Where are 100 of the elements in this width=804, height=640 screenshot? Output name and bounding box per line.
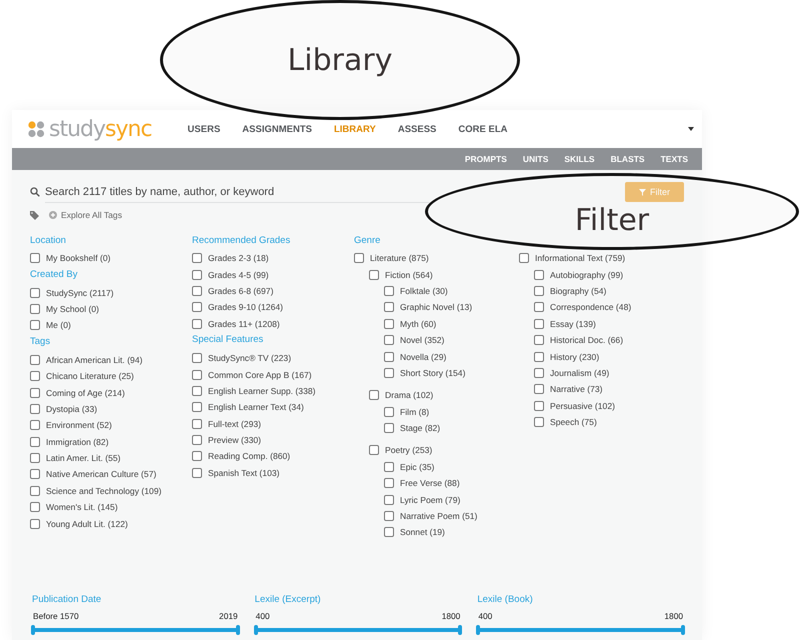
checkbox[interactable] bbox=[384, 318, 394, 329]
checkbox-label: Young Adult Lit. (122) bbox=[46, 518, 128, 529]
checkbox[interactable] bbox=[192, 286, 202, 296]
checkbox-label: Informational Text (759) bbox=[535, 253, 626, 264]
checkbox[interactable] bbox=[384, 527, 394, 538]
checkbox[interactable] bbox=[384, 462, 394, 472]
sub-nav-tab[interactable]: BLASTS bbox=[610, 154, 645, 164]
logo-text[interactable]: studysync bbox=[49, 116, 152, 142]
checkbox-label: Graphic Novel (13) bbox=[400, 302, 472, 312]
checkbox[interactable] bbox=[534, 400, 544, 411]
checkbox[interactable] bbox=[369, 445, 379, 456]
slider-handle[interactable] bbox=[476, 625, 480, 635]
checkbox-label: Correspondence (48) bbox=[550, 302, 632, 312]
checkbox[interactable] bbox=[192, 253, 202, 264]
sub-nav-tab[interactable]: UNITS bbox=[522, 154, 548, 164]
checkbox-label: Narrative Poem (51) bbox=[400, 511, 478, 522]
checkbox[interactable] bbox=[30, 288, 40, 298]
checkbox[interactable] bbox=[30, 371, 40, 382]
checkbox[interactable] bbox=[534, 335, 544, 346]
checkbox[interactable] bbox=[384, 335, 394, 346]
checkbox[interactable] bbox=[534, 318, 544, 329]
slider-min-value: 400 bbox=[256, 611, 270, 621]
nav-tab[interactable]: ASSIGNMENTS bbox=[242, 124, 312, 134]
checkbox-label: Sonnet (19) bbox=[400, 527, 445, 538]
checkbox[interactable] bbox=[534, 352, 544, 362]
sub-nav-tab[interactable]: TEXTS bbox=[660, 154, 688, 164]
filter-button[interactable]: Filter bbox=[625, 182, 684, 202]
checkbox[interactable] bbox=[192, 386, 202, 396]
checkbox[interactable] bbox=[192, 435, 202, 446]
checkbox[interactable] bbox=[192, 302, 202, 312]
checkbox[interactable] bbox=[30, 518, 40, 529]
checkbox[interactable] bbox=[369, 390, 379, 400]
slider-handle[interactable] bbox=[681, 625, 686, 635]
checkbox[interactable] bbox=[534, 286, 544, 296]
checkbox[interactable] bbox=[30, 436, 40, 447]
checkbox-label: Grades 4-5 (99) bbox=[208, 270, 269, 280]
checkbox[interactable] bbox=[30, 404, 40, 414]
checkbox-label: Novel (352) bbox=[400, 335, 444, 346]
search-field[interactable]: Search 2117 titles by name, author, or keyword bbox=[45, 182, 430, 202]
caret-icon[interactable] bbox=[688, 127, 694, 131]
checkbox[interactable] bbox=[384, 286, 394, 296]
sub-nav-tab[interactable]: SKILLS bbox=[564, 154, 595, 164]
checkbox[interactable] bbox=[384, 494, 394, 505]
checkbox[interactable] bbox=[30, 420, 40, 430]
nav-tab[interactable]: ASSESS bbox=[398, 124, 436, 134]
checkbox-label: Dystopia (33) bbox=[46, 404, 98, 414]
checkbox-label: Latin Amer. Lit. (55) bbox=[46, 453, 121, 464]
checkbox[interactable] bbox=[30, 304, 40, 314]
checkbox-label: African American Lit. (94) bbox=[46, 354, 142, 365]
checkbox[interactable] bbox=[534, 417, 544, 428]
checkbox[interactable] bbox=[30, 320, 40, 330]
checkbox-label: Poetry (253) bbox=[385, 445, 432, 456]
checkbox[interactable] bbox=[384, 352, 394, 362]
slider-handle[interactable] bbox=[236, 625, 240, 635]
checkbox[interactable] bbox=[369, 270, 379, 280]
checkbox[interactable] bbox=[192, 370, 202, 380]
checkbox[interactable] bbox=[192, 353, 202, 364]
sub-nav-tab[interactable]: PROMPTS bbox=[464, 154, 507, 164]
slider-handle[interactable] bbox=[254, 625, 258, 635]
checkbox[interactable] bbox=[384, 478, 394, 488]
slider-handle[interactable] bbox=[31, 625, 35, 635]
checkbox[interactable] bbox=[30, 388, 40, 398]
checkbox-label: Persuasive (102) bbox=[550, 400, 615, 411]
checkbox[interactable] bbox=[384, 368, 394, 378]
checkbox[interactable] bbox=[534, 302, 544, 312]
nav-tab[interactable]: LIBRARY bbox=[334, 124, 376, 134]
checkbox[interactable] bbox=[30, 354, 40, 365]
checkbox[interactable] bbox=[30, 469, 40, 480]
checkbox[interactable] bbox=[384, 511, 394, 522]
checkbox[interactable] bbox=[534, 384, 544, 394]
checkbox[interactable] bbox=[384, 406, 394, 417]
checkbox[interactable] bbox=[30, 253, 40, 264]
checkbox[interactable] bbox=[534, 368, 544, 378]
nav-tab[interactable]: USERS bbox=[188, 124, 220, 134]
explore-tags-link[interactable]: Explore All Tags bbox=[61, 210, 122, 220]
checkbox[interactable] bbox=[192, 402, 202, 412]
checkbox[interactable] bbox=[30, 486, 40, 496]
checkbox[interactable] bbox=[354, 253, 364, 264]
slider-handle[interactable] bbox=[458, 625, 462, 635]
checkbox[interactable] bbox=[534, 270, 544, 280]
checkbox[interactable] bbox=[192, 468, 202, 478]
checkbox-label: Native American Culture (57) bbox=[46, 469, 156, 480]
filter-heading: Created By bbox=[30, 268, 79, 282]
slider-max-value: 1800 bbox=[664, 611, 684, 621]
nav-tab[interactable]: CORE ELA bbox=[458, 124, 508, 134]
checkbox[interactable] bbox=[519, 253, 529, 264]
checkbox[interactable] bbox=[192, 418, 202, 429]
checkbox[interactable] bbox=[384, 423, 394, 434]
checkbox-label: Me (0) bbox=[46, 320, 71, 330]
filter-heading: Tags bbox=[30, 335, 52, 350]
checkbox[interactable] bbox=[384, 302, 394, 312]
checkbox-label: Essay (139) bbox=[550, 318, 596, 329]
checkbox[interactable] bbox=[30, 453, 40, 464]
checkbox-label: Environment (52) bbox=[46, 420, 112, 430]
checkbox[interactable] bbox=[192, 318, 202, 329]
checkbox[interactable] bbox=[192, 270, 202, 280]
checkbox[interactable] bbox=[30, 502, 40, 512]
checkbox[interactable] bbox=[192, 451, 202, 462]
checkbox-label: Fiction (564) bbox=[385, 270, 433, 280]
checkbox-label: Historical Doc. (66) bbox=[550, 335, 624, 346]
